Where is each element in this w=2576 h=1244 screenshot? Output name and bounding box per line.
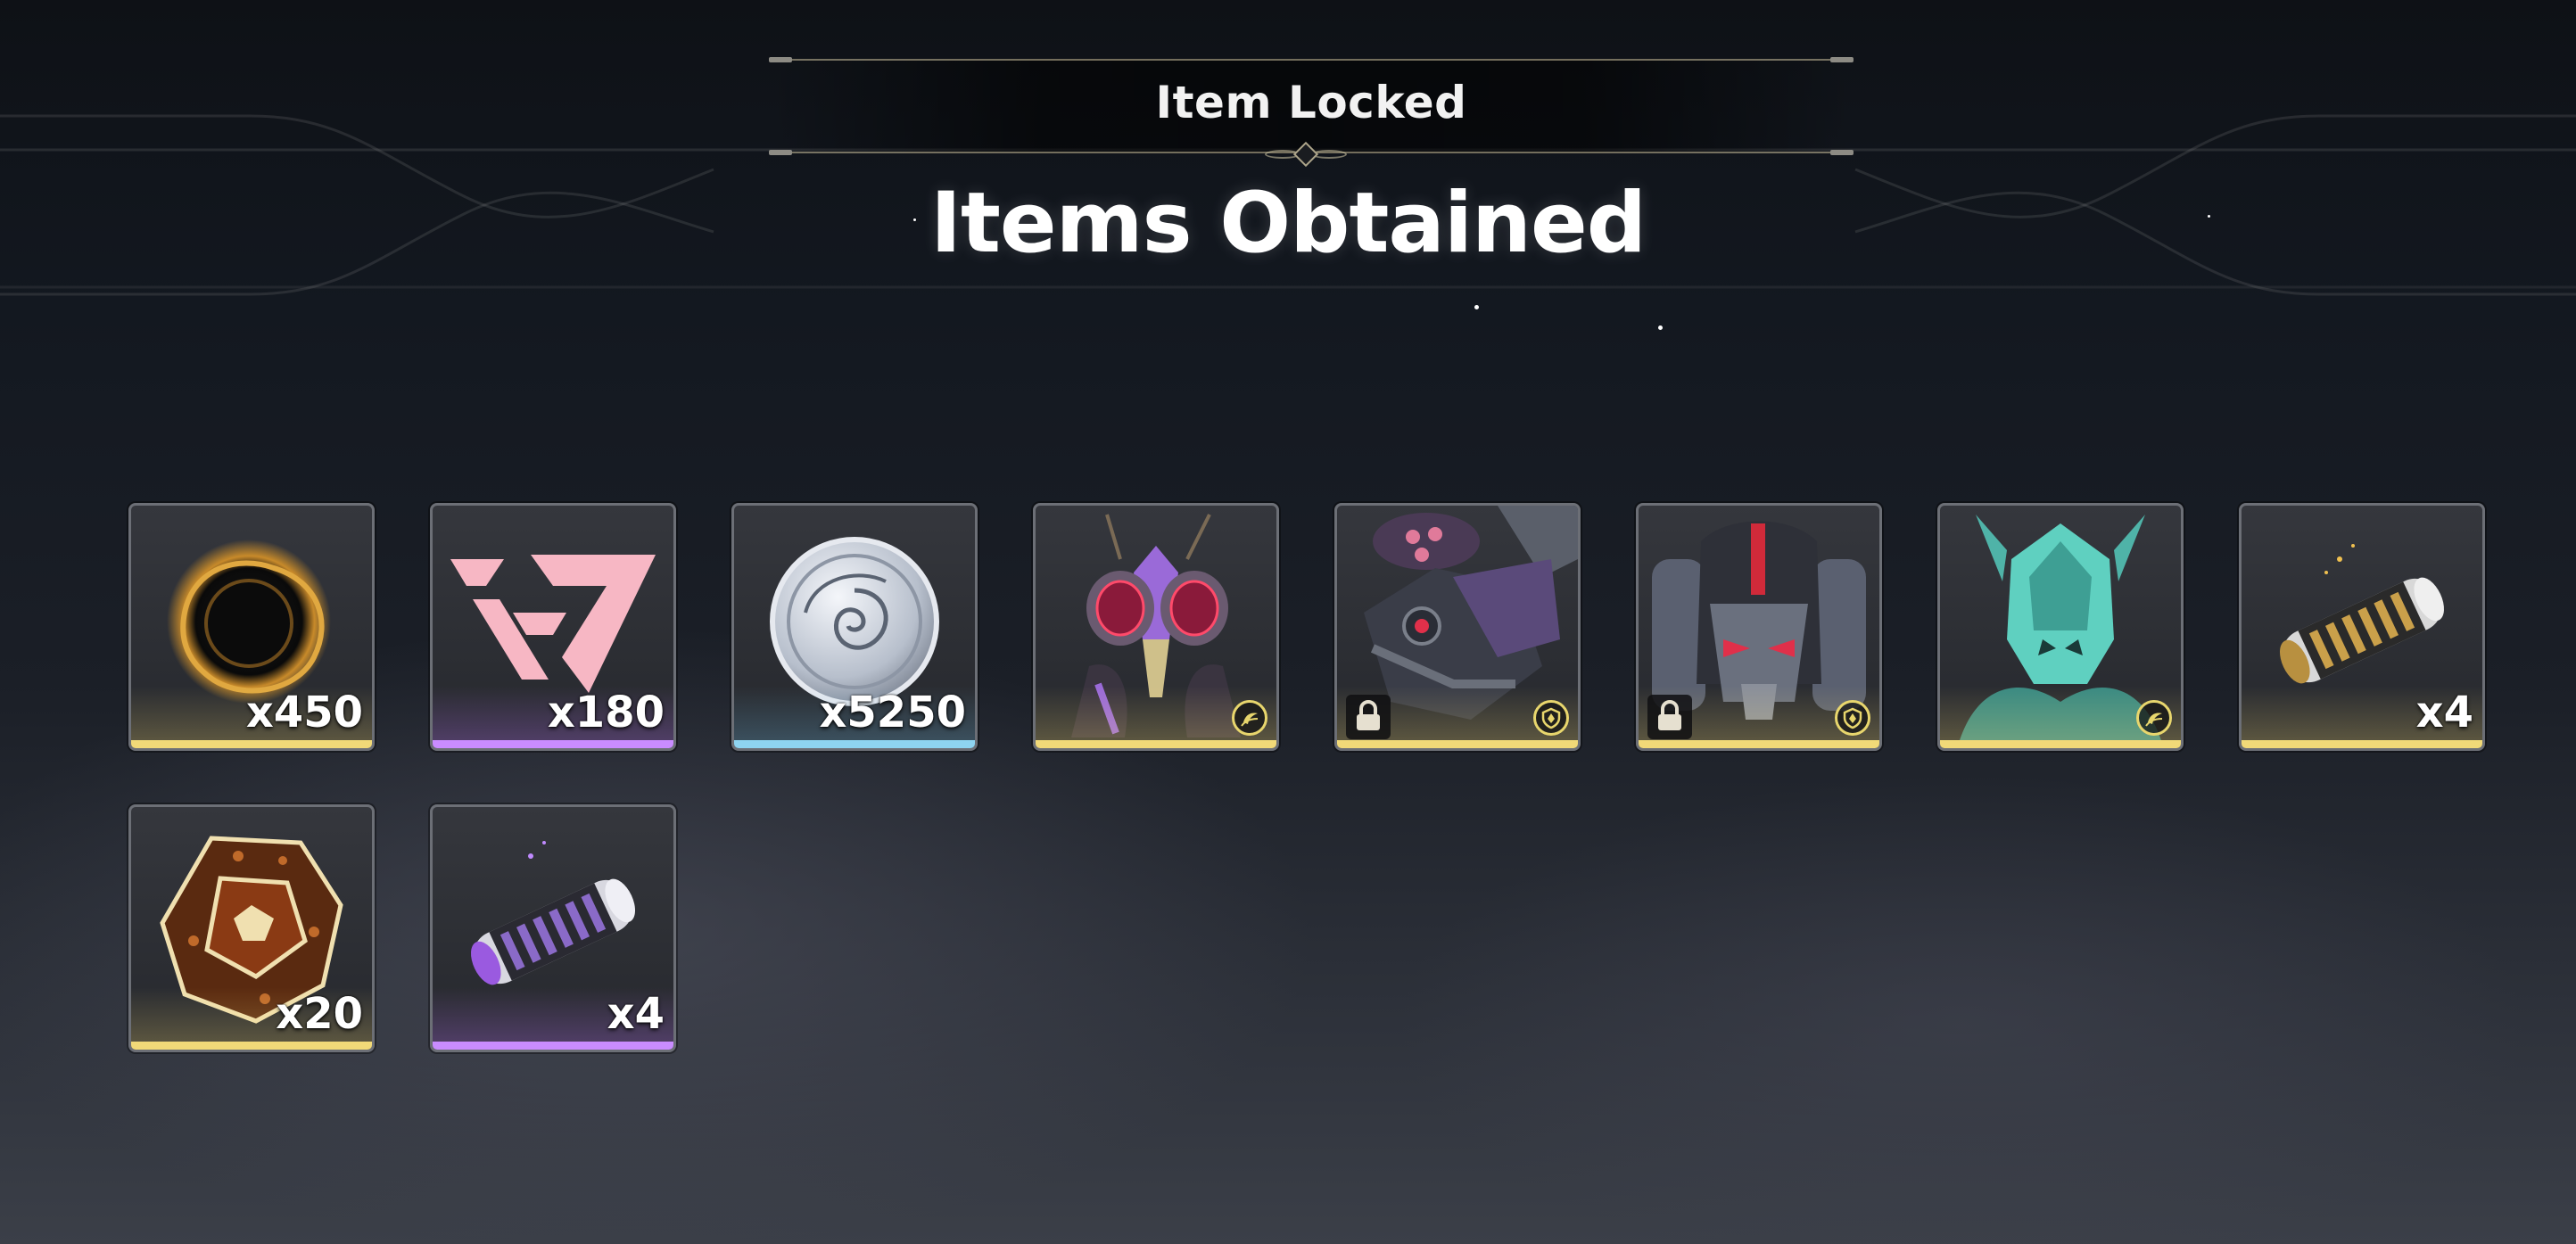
rarity-bar: [1036, 740, 1276, 748]
shield-icon: [1835, 700, 1870, 736]
item-quantity: x4: [607, 989, 665, 1039]
sparkle: [913, 218, 916, 221]
sparkle: [1474, 305, 1479, 309]
shield-icon: [1533, 700, 1569, 736]
item-slot[interactable]: x20: [128, 804, 375, 1052]
rarity-bar: [734, 740, 975, 748]
rarity-bar: [433, 740, 673, 748]
rarity-bar: [433, 1042, 673, 1050]
item-quantity: x5250: [819, 688, 966, 737]
banner-cap: [1830, 150, 1854, 155]
rarity-bar: [131, 740, 372, 748]
item-slot[interactable]: x180: [430, 503, 676, 751]
crescent-moon-icon: [2136, 700, 2172, 736]
banner-cap: [1830, 57, 1854, 62]
banner-cap: [769, 150, 792, 155]
rarity-bar: [1940, 740, 2181, 748]
item-slot[interactable]: [1334, 503, 1581, 751]
rarity-bar: [2242, 740, 2482, 748]
banner-top-line: [769, 59, 1854, 61]
item-slot[interactable]: [1033, 503, 1279, 751]
item-slot[interactable]: x450: [128, 503, 375, 751]
lock-icon[interactable]: [1346, 695, 1391, 739]
item-slot[interactable]: x4: [430, 804, 676, 1052]
rarity-bar: [1639, 740, 1879, 748]
sparkle: [1658, 325, 1663, 330]
rarity-bar: [1337, 740, 1578, 748]
rarity-bar: [131, 1042, 372, 1050]
crescent-moon-icon: [1232, 700, 1267, 736]
item-quantity: x4: [2415, 688, 2473, 737]
item-quantity: x450: [245, 688, 363, 737]
item-quantity: x180: [547, 688, 665, 737]
item-quantity: x20: [276, 989, 363, 1039]
item-slot[interactable]: x5250: [731, 503, 978, 751]
page-title: Items Obtained: [929, 175, 1647, 272]
item-slot[interactable]: [1636, 503, 1882, 751]
item-locked-notice: Item Locked: [1155, 77, 1467, 128]
banner-cap: [769, 57, 792, 62]
sparkle: [2208, 215, 2210, 218]
item-slot[interactable]: x4: [2239, 503, 2485, 751]
item-slot[interactable]: [1937, 503, 2184, 751]
lock-icon[interactable]: [1647, 695, 1692, 739]
